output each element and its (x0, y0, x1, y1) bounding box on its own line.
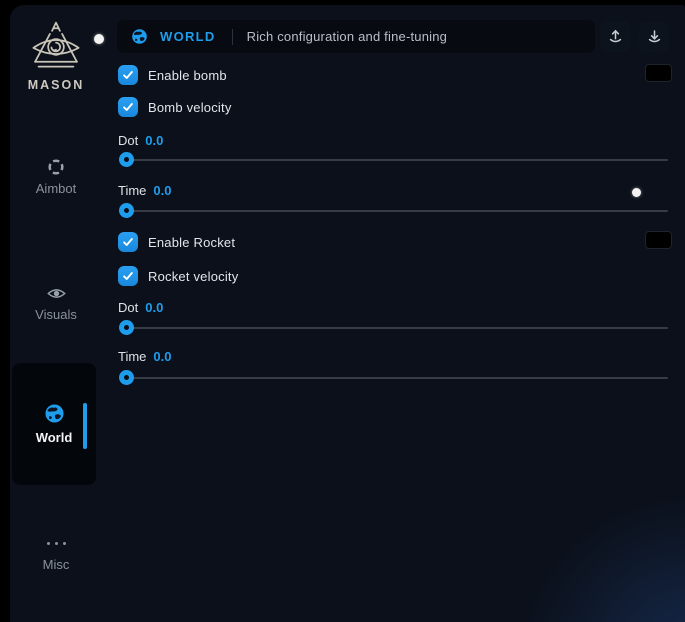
slider-dot-rocket[interactable] (119, 327, 668, 329)
sidebar-item-label: Aimbot (10, 181, 102, 196)
toggle-label: Enable Rocket (148, 235, 235, 250)
sidebar-item-visuals[interactable]: Visuals (10, 283, 102, 322)
active-tab-indicator (83, 403, 87, 449)
slider-handle[interactable] (119, 203, 134, 218)
mason-menu-window: MASON Aimbot Visuals (10, 5, 685, 622)
checkbox-checked-icon[interactable] (118, 97, 138, 117)
sidebar-item-label: Misc (10, 557, 102, 572)
toggle-rocket-velocity[interactable]: Rocket velocity (118, 266, 238, 286)
slider-label-time: Time 0.0 (118, 183, 171, 198)
bomb-color-swatch[interactable] (645, 64, 672, 82)
slider-value: 0.0 (145, 133, 163, 148)
slider-dot-bomb[interactable] (119, 159, 668, 161)
sidebar-item-aimbot[interactable]: Aimbot (10, 157, 102, 196)
slider-time-rocket[interactable] (119, 377, 668, 379)
sidebar-item-label: World (36, 430, 73, 445)
brand-logo: MASON (10, 20, 102, 92)
download-config-button[interactable] (639, 21, 669, 52)
slider-handle[interactable] (119, 320, 134, 335)
sidebar-item-misc[interactable]: Misc (10, 533, 102, 572)
toggle-enable-bomb[interactable]: Enable bomb (118, 65, 227, 85)
slider-value: 0.0 (145, 300, 163, 315)
slider-name: Time (118, 349, 146, 364)
rocket-color-swatch[interactable] (645, 231, 672, 249)
checkbox-checked-icon[interactable] (118, 232, 138, 252)
sidebar-item-label: Visuals (10, 307, 102, 322)
cursor-dot (632, 188, 641, 197)
slider-label-dot: Dot 0.0 (118, 300, 163, 315)
crosshair-icon (10, 157, 102, 177)
slider-value: 0.0 (153, 349, 171, 364)
toggle-label: Bomb velocity (148, 100, 232, 115)
toggle-bomb-velocity[interactable]: Bomb velocity (118, 97, 232, 117)
slider-name: Dot (118, 300, 138, 315)
eye-icon (10, 283, 102, 303)
slider-label-time: Time 0.0 (118, 349, 171, 364)
upload-config-button[interactable] (600, 21, 630, 52)
toggle-enable-rocket[interactable]: Enable Rocket (118, 232, 235, 252)
brand-name: MASON (10, 78, 102, 92)
slider-handle[interactable] (119, 370, 134, 385)
page-header: WORLD Rich configuration and fine-tuning (117, 20, 595, 53)
globe-icon (44, 404, 65, 424)
sidebar: MASON Aimbot Visuals (10, 5, 110, 622)
slider-time-bomb[interactable] (119, 210, 668, 212)
slider-handle[interactable] (119, 152, 134, 167)
toggle-label: Enable bomb (148, 68, 227, 83)
slider-name: Time (118, 183, 146, 198)
upload-icon (607, 28, 624, 45)
mason-eye-pyramid-icon (10, 20, 102, 74)
page-title: WORLD (160, 29, 216, 44)
ellipsis-icon (10, 533, 102, 553)
download-icon (646, 28, 663, 45)
slider-label-dot: Dot 0.0 (118, 133, 163, 148)
checkbox-checked-icon[interactable] (118, 266, 138, 286)
header-divider (232, 29, 233, 45)
cursor-dot (94, 34, 104, 44)
corner-glow (485, 462, 685, 622)
checkbox-checked-icon[interactable] (118, 65, 138, 85)
toggle-label: Rocket velocity (148, 269, 238, 284)
slider-name: Dot (118, 133, 138, 148)
globe-icon (131, 28, 148, 45)
slider-value: 0.0 (153, 183, 171, 198)
page-subtitle: Rich configuration and fine-tuning (247, 29, 447, 44)
